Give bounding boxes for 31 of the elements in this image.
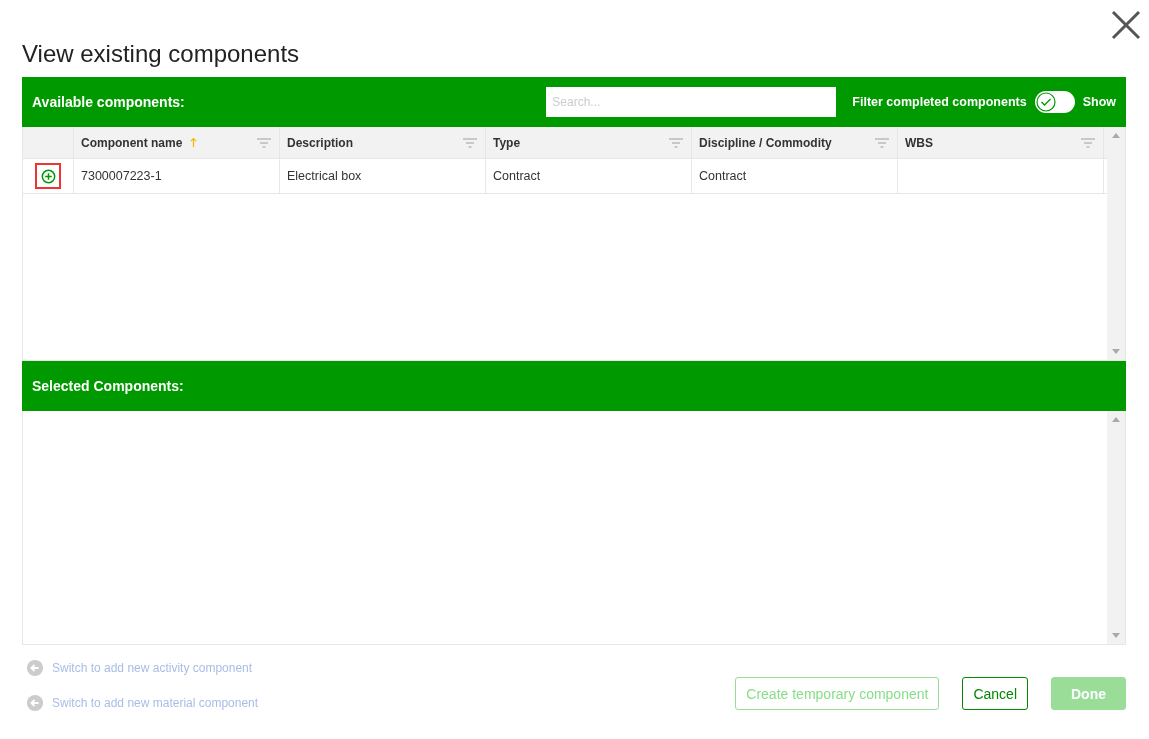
- plus-circle-icon: [40, 168, 56, 184]
- dialog-title: View existing components: [22, 39, 301, 69]
- column-header[interactable]: Discipline / Commodity: [692, 127, 898, 158]
- sort-arrow-icon[interactable]: [190, 137, 198, 148]
- filter-toggle[interactable]: [1034, 91, 1075, 113]
- filter-icon[interactable]: [256, 136, 272, 149]
- column-header[interactable]: Type: [486, 127, 692, 158]
- scrollbar[interactable]: [1107, 411, 1125, 644]
- filter-label: Filter completed components: [852, 95, 1027, 109]
- filter-icon[interactable]: [874, 136, 890, 149]
- column-header[interactable]: Component name: [74, 127, 280, 158]
- scroll-down-icon[interactable]: [1112, 633, 1120, 638]
- cancel-button[interactable]: Cancel: [962, 677, 1028, 710]
- filter-icon[interactable]: [668, 136, 684, 149]
- scroll-up-icon[interactable]: [1112, 133, 1120, 138]
- filter-icon[interactable]: [1080, 136, 1096, 149]
- table-cell: 7300007223-1: [74, 159, 280, 193]
- toggle-state-label: Show: [1082, 95, 1116, 109]
- filter-icon[interactable]: [462, 136, 478, 149]
- section-title: Selected Components:: [32, 378, 185, 394]
- table-cell: Electrical box: [280, 159, 486, 193]
- table-cell: Contract: [692, 159, 898, 193]
- column-header[interactable]: WBS: [898, 127, 1104, 158]
- close-icon[interactable]: [1111, 10, 1141, 40]
- add-button[interactable]: [35, 163, 61, 189]
- column-header[interactable]: Description: [280, 127, 486, 158]
- scroll-up-icon[interactable]: [1112, 417, 1120, 422]
- scrollbar[interactable]: [1107, 127, 1125, 360]
- section-title: Available components:: [32, 94, 186, 110]
- scroll-down-icon[interactable]: [1112, 349, 1120, 354]
- table-cell: Contract: [486, 159, 692, 193]
